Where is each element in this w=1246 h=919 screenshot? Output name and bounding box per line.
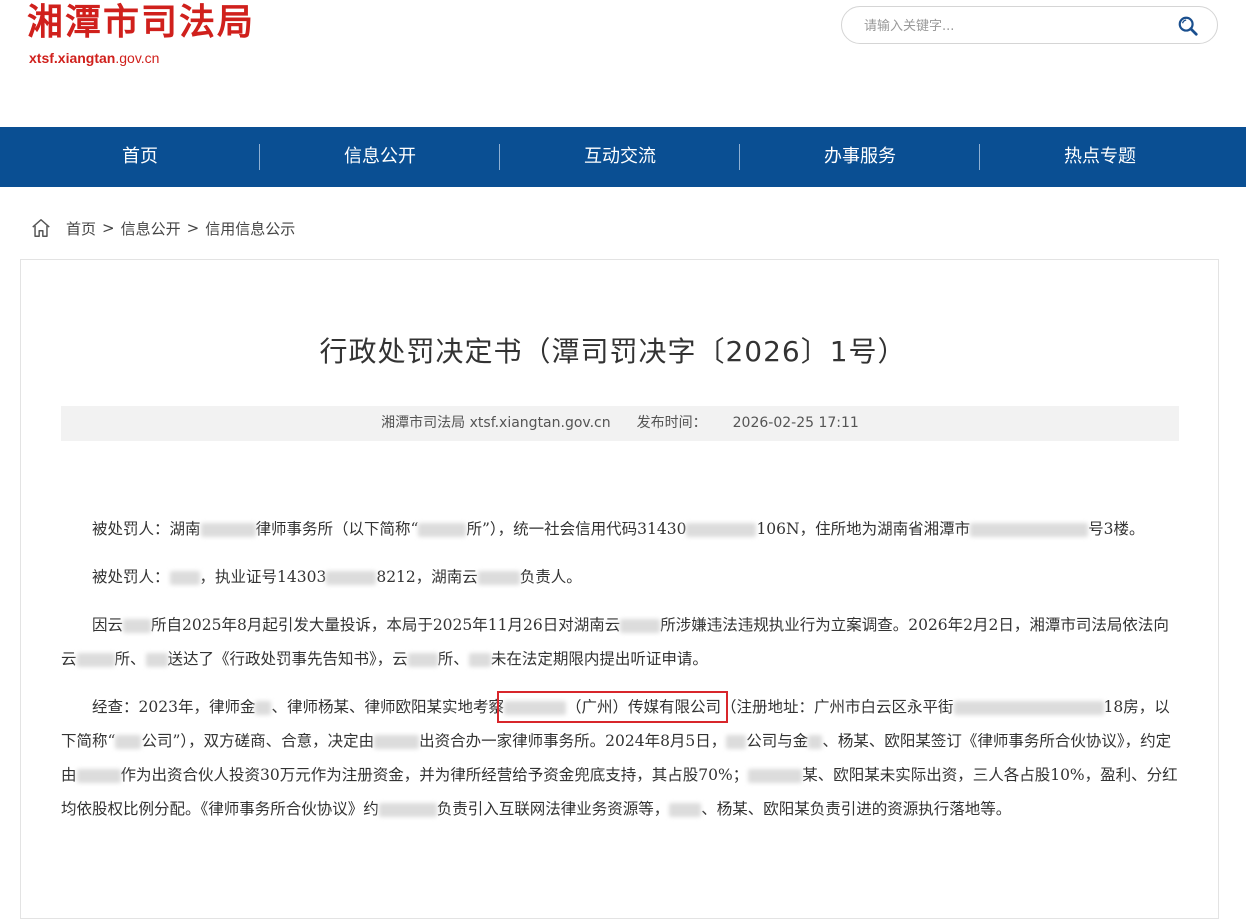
text: 号 (1088, 520, 1104, 538)
article-meta: 湘潭市司法局 xtsf.xiangtan.gov.cn 发布时间： 2026-02-… (61, 406, 1179, 441)
redacted-text (808, 735, 823, 749)
redacted-text (76, 653, 115, 667)
article-source: 湘潭市司法局 xtsf.xiangtan.gov.cn (381, 415, 611, 431)
text: 公司”），双方磋商、合意，决定由 (141, 732, 375, 750)
redacted-text (970, 523, 1089, 537)
text: 所、 (437, 650, 469, 668)
redacted-text (418, 523, 467, 537)
redacted-text (620, 619, 661, 633)
breadcrumb: 首页 > 信息公开 > 信用信息公示 (30, 214, 295, 242)
redacted-text (115, 735, 142, 749)
text: 、杨某、欧阳某负责引进的资源执行落地等。 (701, 800, 1012, 818)
article-body: 被处罚人：湖南 律师事务所（以下简称“ 所”），统一社会信用代码31430 106N，… (61, 512, 1179, 840)
breadcrumb-home[interactable]: 首页 (66, 218, 96, 239)
paragraph-2: 被处罚人： ，执业证号14303 8212，湖南云 负责人。 (61, 560, 1179, 594)
text: 出资合办一家律师事务所。2024年8月5日， (419, 732, 727, 750)
site-header: 湘潭市司法局 xtsf.xiangtan.gov.cn (0, 0, 1246, 127)
text: 律师事务所（以下简称“ (255, 520, 419, 538)
paragraph-4: 经查：2023年，律师金 、律师杨某、律师欧阳某实地考察 （广州）传媒有限公司（注册… (61, 690, 1179, 826)
redacted-text (169, 571, 200, 585)
redacted-text (477, 571, 520, 585)
text: 106N，住所地为湖南省湘潭市 (756, 520, 971, 538)
breadcrumb-separator: > (186, 219, 200, 237)
breadcrumb-info-disclosure[interactable]: 信息公开 (121, 218, 181, 239)
redacted-text (726, 735, 747, 749)
text: 所”），统一社会信用代码31430 (466, 520, 687, 538)
site-url-bold: xtsf.xiangtan (29, 50, 116, 66)
breadcrumb-credit-info[interactable]: 信用信息公示 (205, 218, 295, 239)
article-publish-time-wrap: 发布时间： 2026-02-25 17:11 (637, 415, 859, 431)
nav-item-interaction[interactable]: 互动交流 (499, 127, 740, 187)
redacted-text (200, 523, 256, 537)
redacted-text (255, 701, 272, 715)
redacted-text (326, 571, 377, 585)
redacted-text (953, 701, 1104, 715)
text: 未在法定期限内提出听证申请。 (490, 650, 708, 668)
redacted-text (145, 653, 168, 667)
breadcrumb-separator: > (102, 219, 115, 237)
text: 被处罚人：湖南 (92, 520, 201, 538)
text: 所自2025年8月起引发大量投诉，本局于2025年11月26日对湖南云 (151, 616, 621, 634)
highlighted-company-name: （广州）传媒有限公司 (496, 691, 728, 723)
text: 被处罚人： (92, 568, 170, 586)
nav-item-topics[interactable]: 热点专题 (979, 127, 1220, 187)
site-logo-url[interactable]: xtsf.xiangtan.gov.cn (29, 50, 159, 66)
publish-label: 发布时间： (636, 415, 707, 431)
redacted-text (669, 803, 702, 817)
nav-item-info-disclosure[interactable]: 信息公开 (259, 127, 500, 187)
redacted-text (123, 619, 152, 633)
paragraph-3: 因云 所自2025年8月起引发大量投诉，本局于2025年11月26日对湖南云 所涉嫌… (61, 608, 1179, 676)
text: 送达了《行政处罚事先告知书》，云 (167, 650, 408, 668)
nav-item-services[interactable]: 办事服务 (739, 127, 980, 187)
home-icon[interactable] (30, 217, 52, 239)
text: 3楼。 (1103, 520, 1145, 538)
search-input[interactable] (862, 15, 1166, 37)
text: 公司与金 (746, 732, 809, 750)
text: 负责引入互联网法律业务资源等， (436, 800, 670, 818)
text: 、律师杨某、律师欧阳某实地考察 (271, 698, 504, 716)
text: （广州）传媒有限公司 (565, 698, 721, 716)
redacted-text (748, 769, 803, 783)
redacted-text (407, 653, 438, 667)
redacted-text (503, 701, 566, 715)
text: 负责人。 (519, 568, 582, 586)
text: ，执业证号14303 (199, 568, 327, 586)
search-box (841, 6, 1218, 44)
text: 所、 (114, 650, 146, 668)
redacted-text (686, 523, 757, 537)
text: 因云 (92, 616, 124, 634)
redacted-text (76, 769, 121, 783)
text: 作为出资合伙人投资30万元作为注册资金，并为律所经营给予资金兜底支持，其占股70… (120, 766, 749, 784)
text: 8212，湖南云 (376, 568, 478, 586)
text: （注册地址：广州市白云区永平街 (720, 698, 954, 716)
search-icon[interactable] (1177, 15, 1199, 37)
main-nav: 首页 信息公开 互动交流 办事服务 热点专题 (0, 127, 1246, 187)
text: 经查：2023年，律师金 (92, 698, 256, 716)
site-url-rest: .gov.cn (115, 50, 160, 66)
nav-item-home[interactable]: 首页 (20, 127, 260, 187)
redacted-text (378, 803, 437, 817)
paragraph-1: 被处罚人：湖南 律师事务所（以下简称“ 所”），统一社会信用代码31430 106N，… (61, 512, 1179, 546)
article-title: 行政处罚决定书（潭司罚决字〔2026〕1号） (319, 335, 907, 368)
site-logo-title[interactable]: 湘潭市司法局 (27, 0, 255, 46)
redacted-text (468, 653, 491, 667)
publish-time: 2026-02-25 17:11 (732, 415, 859, 431)
redacted-text (374, 735, 420, 749)
